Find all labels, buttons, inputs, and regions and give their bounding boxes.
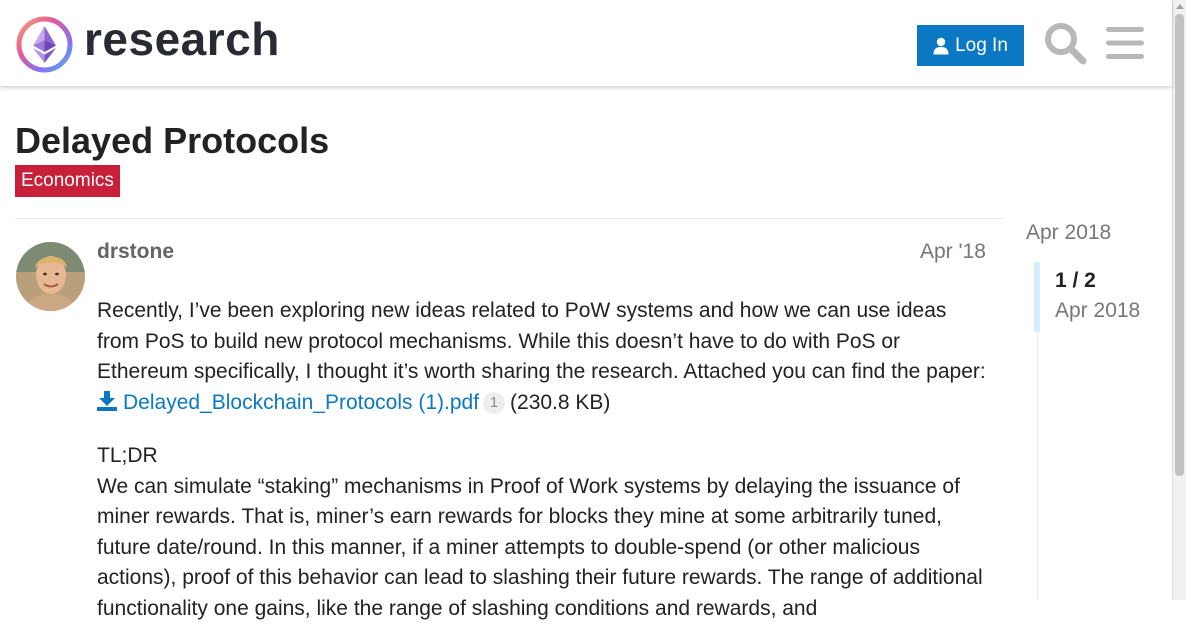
topic-title[interactable]: Delayed Protocols [15,120,329,162]
tldr-label: TL;DR [97,444,158,467]
attachment-size: (230.8 KB) [510,390,611,414]
title-divider [15,218,1004,219]
site-name[interactable]: research [84,12,280,66]
user-icon [933,37,949,54]
post-paragraph-tldr: TL;DR We can simulate “staking” mechanism… [97,441,992,624]
timeline-start-date[interactable]: Apr 2018 [1026,221,1111,245]
hamburger-menu-icon[interactable] [1106,25,1144,61]
scrollbar-thumb[interactable] [1175,14,1184,476]
site-header: research Log In [0,0,1172,86]
avatar[interactable] [16,242,85,311]
post-author[interactable]: drstone [97,240,174,264]
scroll-up-arrow-icon[interactable] [1176,4,1184,9]
timeline-current-date: Apr 2018 [1055,299,1141,322]
tldr-text: We can simulate “staking” mechanisms in … [97,474,983,620]
login-button[interactable]: Log In [917,25,1024,66]
timeline-scroll-handle[interactable] [1034,262,1040,332]
timeline-post-count: 1 / 2 [1055,269,1096,292]
post-paragraph-text: Recently, I’ve been exploring new ideas … [97,299,986,383]
attachment-link[interactable]: Delayed_Blockchain_Protocols (1).pdf [97,390,480,414]
search-icon[interactable] [1043,21,1087,65]
post-body: Recently, I’ve been exploring new ideas … [97,296,992,624]
attachment-name: Delayed_Blockchain_Protocols (1).pdf [123,390,480,414]
category-badge[interactable]: Economics [15,165,120,197]
post-date[interactable]: Apr '18 [920,240,986,264]
login-label: Log In [955,34,1008,56]
page-scrollbar[interactable] [1172,0,1186,600]
avatar-photo [16,242,85,311]
download-icon [97,390,117,411]
post-paragraph: Recently, I’ve been exploring new ideas … [97,296,992,418]
click-count-badge: 1 [483,391,506,414]
ethereum-research-logo-icon[interactable] [16,16,73,73]
